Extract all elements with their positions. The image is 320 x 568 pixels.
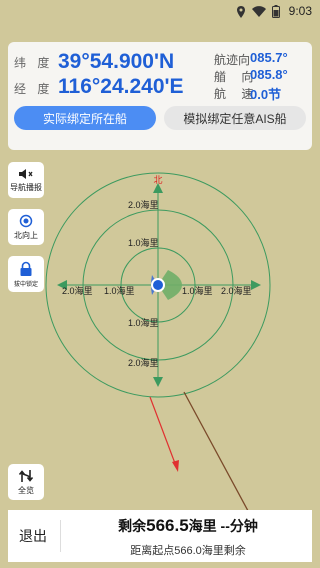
bottom-bar: 退出 剩余566.5海里 --分钟 距离起点566.0海里剩余 [8,510,312,562]
radar-ring-label-top-inner: 1.0海里 [128,237,159,248]
remaining-prefix: 剩余 [118,518,147,534]
arrow-right-icon [251,280,261,290]
bottom-divider [60,520,61,552]
arrow-down-icon [153,377,163,387]
exit-button[interactable]: 退出 [8,510,58,562]
remaining-distance: 566.5 [146,516,189,535]
radar-north-label: 北 [153,175,162,185]
radar-display: 北 2.0海里 1.0海里 1.0海里 2.0海里 1.0海里 2.0海里 1.… [45,172,271,549]
radar-ring-label-bottom-outer: 2.0海里 [128,357,159,368]
radar-ring-label-bottom-inner: 1.0海里 [128,317,159,328]
remaining-summary: 剩余566.5海里 --分钟 [64,516,312,536]
radar-ring-label-left-outer: 2.0海里 [62,285,93,296]
remaining-unit: 海里 [188,518,217,534]
remaining-time: --分钟 [220,518,258,534]
radar-ring-label-right-outer: 2.0海里 [221,285,252,296]
radar-ring-label-top-outer: 2.0海里 [128,199,159,210]
radar-ring-label-left-inner: 1.0海里 [104,285,135,296]
course-line-red [149,396,177,467]
course-arrow-icon [172,460,179,472]
distance-from-start: 距离起点566.0海里剩余 [130,545,246,557]
radar-ring-label-right-inner: 1.0海里 [182,285,213,296]
own-ship-dot [153,280,163,290]
